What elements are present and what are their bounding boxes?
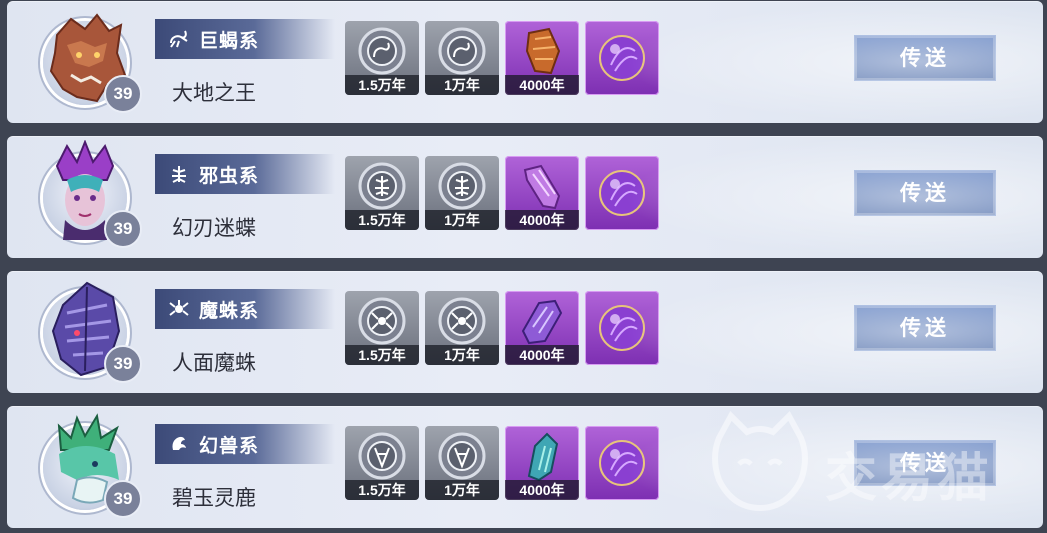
soul-ring-spider-icon: [358, 297, 406, 345]
soul-bone-icon: [523, 164, 561, 210]
faction-name: 巨蝎系: [199, 29, 260, 52]
item-year-label: 4000年: [505, 75, 579, 95]
teleport-button[interactable]: 传送: [854, 440, 996, 486]
soul-ring-item[interactable]: 1万年: [425, 426, 499, 500]
beast-name: 碧玉灵鹿: [172, 487, 256, 510]
item-year-label: 1万年: [425, 480, 499, 500]
soul-bone-icon: [521, 299, 563, 345]
soul-ring-item[interactable]: 1.5万年: [345, 426, 419, 500]
item-year-label: 4000年: [505, 345, 579, 365]
soul-ring-beast-icon: [358, 432, 406, 480]
item-year-label: 4000年: [505, 480, 579, 500]
purple-orb-icon: [599, 440, 645, 486]
item-year-label: 1.5万年: [345, 480, 419, 500]
orb-item[interactable]: [585, 426, 659, 500]
item-year-label: 4000年: [505, 210, 579, 230]
soul-bone-item[interactable]: 4000年: [505, 426, 579, 500]
beast-name: 人面魔蛛: [172, 352, 256, 375]
soul-ring-spider-icon: [438, 297, 486, 345]
level-badge: 39: [104, 210, 142, 248]
teleport-button[interactable]: 传送: [854, 305, 996, 351]
item-year-label: 1.5万年: [345, 210, 419, 230]
faction-name: 幻兽系: [199, 434, 260, 457]
item-year-label: 1万年: [425, 345, 499, 365]
beast-name: 大地之王: [172, 82, 256, 105]
item-year-label: 1.5万年: [345, 345, 419, 365]
teleport-button[interactable]: 传送: [854, 35, 996, 81]
item-year-label: 1万年: [425, 210, 499, 230]
soul-ring-item[interactable]: 1万年: [425, 21, 499, 95]
faction-banner: 幻兽系: [155, 424, 335, 464]
beast-row: 39 巨蝎系 大地之王 1.5万年 1万年 4000年 传送: [7, 1, 1043, 123]
beast-name: 幻刃迷蝶: [172, 217, 256, 240]
beast-row: 39 魔蛛系 人面魔蛛 1.5万年 1万年 4000年 传送: [7, 271, 1043, 393]
teleport-button[interactable]: 传送: [854, 170, 996, 216]
orb-item[interactable]: [585, 156, 659, 230]
soul-bone-item[interactable]: 4000年: [505, 21, 579, 95]
soul-ring-item[interactable]: 1.5万年: [345, 156, 419, 230]
spider-icon: [169, 300, 189, 316]
soul-bone-item[interactable]: 4000年: [505, 156, 579, 230]
soul-ring-beast-icon: [438, 432, 486, 480]
purple-orb-icon: [599, 305, 645, 351]
scorpion-icon: [170, 30, 188, 48]
faction-name: 魔蛛系: [199, 299, 260, 322]
faction-banner: 邪虫系: [155, 154, 335, 194]
beast-row: 39 邪虫系 幻刃迷蝶 1.5万年 1万年 4000年 传送: [7, 136, 1043, 258]
soul-ring-scorpion-icon: [438, 27, 486, 75]
soul-ring-insect-icon: [358, 162, 406, 210]
faction-name: 邪虫系: [199, 164, 260, 187]
orb-item[interactable]: [585, 21, 659, 95]
orb-item[interactable]: [585, 291, 659, 365]
soul-ring-item[interactable]: 1.5万年: [345, 21, 419, 95]
soul-ring-item[interactable]: 1.5万年: [345, 291, 419, 365]
soul-ring-insect-icon: [438, 162, 486, 210]
phantom-beast-icon: [172, 436, 186, 450]
faction-banner: 巨蝎系: [155, 19, 335, 59]
item-year-label: 1万年: [425, 75, 499, 95]
level-badge: 39: [104, 75, 142, 113]
item-year-label: 1.5万年: [345, 75, 419, 95]
soul-bone-icon: [525, 27, 561, 75]
purple-orb-icon: [599, 170, 645, 216]
level-badge: 39: [104, 345, 142, 383]
insect-icon: [172, 166, 186, 183]
soul-bone-item[interactable]: 4000年: [505, 291, 579, 365]
soul-ring-item[interactable]: 1万年: [425, 291, 499, 365]
soul-bone-icon: [527, 432, 559, 482]
soul-ring-item[interactable]: 1万年: [425, 156, 499, 230]
faction-banner: 魔蛛系: [155, 289, 335, 329]
purple-orb-icon: [599, 35, 645, 81]
level-badge: 39: [104, 480, 142, 518]
beast-row: 39 幻兽系 碧玉灵鹿 1.5万年 1万年 4000年 传送: [7, 406, 1043, 528]
soul-ring-scorpion-icon: [358, 27, 406, 75]
